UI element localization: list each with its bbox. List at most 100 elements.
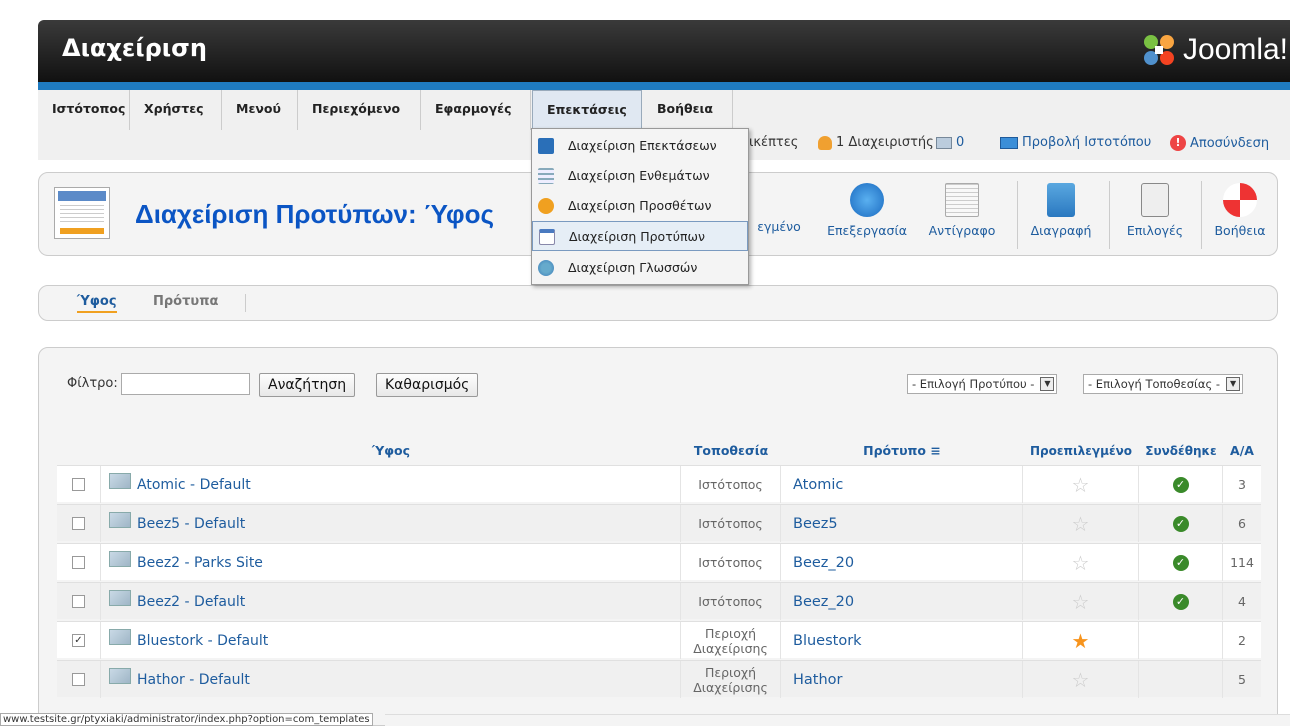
location-text: Ιστότοπος bbox=[698, 594, 763, 609]
menu-help[interactable]: Βοήθεια bbox=[643, 90, 733, 130]
col-template[interactable]: Πρότυπο ≡ bbox=[781, 438, 1023, 464]
row-checkbox-cell bbox=[57, 661, 101, 698]
col-id[interactable]: Α/Α bbox=[1223, 438, 1261, 464]
dd-language-manager[interactable]: Διαχείριση Γλωσσών bbox=[532, 253, 748, 283]
admins-status[interactable]: 1 Διαχειριστής bbox=[818, 135, 934, 150]
copy-label: Αντίγραφο bbox=[928, 223, 996, 238]
view-site-link[interactable]: Προβολή Ιστοτόπου bbox=[1000, 135, 1151, 150]
menu-site[interactable]: Ιστότοπος bbox=[38, 90, 130, 130]
messages-status[interactable]: 0 bbox=[936, 135, 964, 150]
star-outline-icon[interactable]: ☆ bbox=[1023, 512, 1138, 536]
menu-users[interactable]: Χρήστες bbox=[130, 90, 222, 130]
check-icon: ✓ bbox=[1172, 476, 1189, 493]
subnav-tabs: Ύφος Πρότυπα bbox=[38, 285, 1278, 321]
location-cell: Ιστότοπος bbox=[681, 505, 781, 542]
assigned-cell bbox=[1139, 661, 1223, 698]
dd-module-manager[interactable]: Διαχείριση Ενθεμάτων bbox=[532, 161, 748, 191]
star-outline-icon[interactable]: ☆ bbox=[1023, 551, 1138, 575]
tab-templates[interactable]: Πρότυπα bbox=[153, 294, 218, 309]
assigned-cell: ✓ bbox=[1139, 544, 1223, 581]
style-cell: Atomic - Default bbox=[101, 466, 681, 503]
menu-content[interactable]: Περιεχόμενο bbox=[298, 90, 421, 130]
delete-button[interactable]: Διαγραφή bbox=[1025, 183, 1097, 247]
template-select-value: - Επιλογή Προτύπου - bbox=[912, 377, 1035, 391]
style-link[interactable]: Beez2 - Default bbox=[137, 594, 245, 610]
style-link[interactable]: Atomic - Default bbox=[137, 477, 251, 493]
clear-button[interactable]: Καθαρισμός bbox=[376, 373, 479, 397]
location-select[interactable]: - Επιλογή Τοποθεσίας - ▼ bbox=[1083, 374, 1244, 394]
template-thumb-icon bbox=[109, 472, 131, 489]
template-link[interactable]: Beez_20 bbox=[781, 594, 854, 610]
dd-extension-manager[interactable]: Διαχείριση Επεκτάσεων bbox=[532, 131, 748, 161]
location-cell: Ιστότοπος bbox=[681, 466, 781, 503]
row-checkbox[interactable] bbox=[72, 478, 85, 491]
styles-panel: Φίλτρο: Αναζήτηση Καθαρισμός - Επιλογή Π… bbox=[38, 347, 1278, 726]
options-icon bbox=[1141, 183, 1169, 217]
options-button[interactable]: Επιλογές bbox=[1119, 183, 1191, 247]
star-outline-icon[interactable]: ☆ bbox=[1023, 473, 1138, 497]
row-id: 2 bbox=[1238, 633, 1246, 648]
template-page-icon bbox=[54, 187, 110, 239]
template-link[interactable]: Hathor bbox=[781, 672, 843, 688]
row-id: 114 bbox=[1230, 555, 1254, 570]
browser-status-url: www.testsite.gr/ptyxiaki/administrator/i… bbox=[0, 713, 373, 726]
search-button[interactable]: Αναζήτηση bbox=[259, 373, 356, 397]
row-checkbox[interactable]: ✓ bbox=[72, 634, 85, 647]
page-title: Διαχείριση Προτύπων: Ύφος bbox=[135, 199, 495, 229]
star-filled-icon[interactable]: ★ bbox=[1023, 629, 1138, 653]
toolbar-divider-2 bbox=[1109, 181, 1110, 249]
joomla-logo[interactable]: Joomla! bbox=[1141, 28, 1288, 72]
edit-button[interactable]: Επεξεργασία bbox=[817, 183, 917, 247]
monitor-icon bbox=[1000, 136, 1018, 149]
copy-button[interactable]: Αντίγραφο bbox=[923, 183, 1001, 247]
menu-components[interactable]: Εφαρμογές bbox=[421, 90, 531, 130]
location-cell: Περιοχή Διαχείρισης bbox=[681, 661, 781, 698]
logout-link[interactable]: ! Αποσύνδεση bbox=[1170, 135, 1269, 151]
style-link[interactable]: Beez2 - Parks Site bbox=[137, 555, 263, 571]
style-link[interactable]: Hathor - Default bbox=[137, 672, 250, 688]
dd-module-manager-label: Διαχείριση Ενθεμάτων bbox=[568, 168, 710, 183]
col-default[interactable]: Προεπιλεγμένο bbox=[1023, 438, 1139, 464]
menu-menus[interactable]: Μενού bbox=[222, 90, 298, 130]
make-default-button[interactable]: εγμένο bbox=[749, 219, 809, 283]
template-link[interactable]: Bluestork bbox=[781, 633, 862, 649]
row-checkbox[interactable] bbox=[72, 517, 85, 530]
sort-icon: ≡ bbox=[930, 443, 941, 458]
help-button[interactable]: Βοήθεια bbox=[1207, 183, 1273, 247]
tab-styles[interactable]: Ύφος bbox=[77, 294, 117, 313]
dd-plugin-manager[interactable]: Διαχείριση Προσθέτων bbox=[532, 191, 748, 221]
template-link[interactable]: Beez5 bbox=[781, 516, 838, 532]
admins-label: 1 Διαχειριστής bbox=[836, 135, 934, 150]
style-link[interactable]: Beez5 - Default bbox=[137, 516, 245, 532]
template-cell: Bluestork bbox=[781, 622, 1023, 659]
dd-template-manager[interactable]: Διαχείριση Προτύπων bbox=[532, 221, 748, 251]
menu-extensions[interactable]: Επεκτάσεις bbox=[532, 90, 642, 130]
filter-input[interactable] bbox=[121, 373, 250, 395]
horizontal-scrollbar[interactable] bbox=[385, 714, 1290, 726]
default-cell: ☆ bbox=[1023, 661, 1139, 698]
row-checkbox[interactable] bbox=[72, 595, 85, 608]
table-row: Beez5 - Default Ιστότοπος Beez5 ☆ ✓ 6 bbox=[57, 504, 1261, 542]
col-assigned[interactable]: Συνδέθηκε bbox=[1139, 438, 1223, 464]
row-checkbox[interactable] bbox=[72, 556, 85, 569]
id-cell: 4 bbox=[1223, 583, 1261, 620]
visitors-label: ικέπτες bbox=[749, 135, 799, 150]
star-outline-icon[interactable]: ☆ bbox=[1023, 668, 1138, 692]
row-checkbox[interactable] bbox=[72, 673, 85, 686]
template-cell: Atomic bbox=[781, 466, 1023, 503]
style-cell: Beez5 - Default bbox=[101, 505, 681, 542]
location-cell: Περιοχή Διαχείρισης bbox=[681, 622, 781, 659]
template-cell: Beez_20 bbox=[781, 544, 1023, 581]
star-outline-icon[interactable]: ☆ bbox=[1023, 590, 1138, 614]
logout-label: Αποσύνδεση bbox=[1190, 135, 1270, 151]
col-location[interactable]: Τοποθεσία bbox=[681, 438, 781, 464]
globe-icon bbox=[538, 260, 554, 276]
col-style[interactable]: Ύφος bbox=[101, 438, 681, 464]
joomla-icon bbox=[1143, 35, 1174, 65]
location-select-value: - Επιλογή Τοποθεσίας - bbox=[1088, 377, 1221, 391]
template-link[interactable]: Beez_20 bbox=[781, 555, 854, 571]
style-link[interactable]: Bluestork - Default bbox=[137, 633, 268, 649]
template-link[interactable]: Atomic bbox=[781, 477, 843, 493]
template-select[interactable]: - Επιλογή Προτύπου - ▼ bbox=[907, 374, 1058, 394]
location-text: Περιοχή Διαχείρισης bbox=[693, 625, 768, 656]
